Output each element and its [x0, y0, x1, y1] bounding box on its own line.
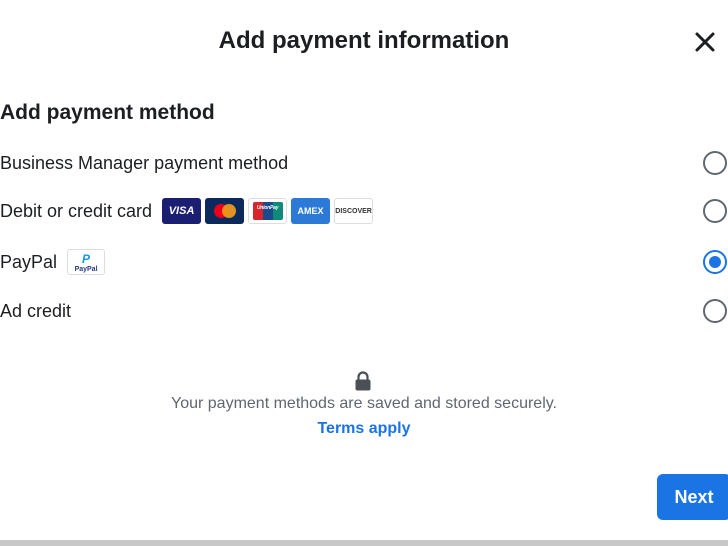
paypal-icon: P PayPal	[67, 249, 106, 275]
section-title: Add payment method	[0, 101, 215, 124]
unionpay-icon: UnionPay	[248, 198, 288, 224]
option-card[interactable]: Debit or credit card VISA UnionPay AMEX …	[0, 196, 728, 226]
bottom-bar	[0, 540, 728, 546]
discover-icon: DISCOVER	[334, 198, 374, 224]
next-button[interactable]: Next	[657, 474, 728, 520]
mastercard-icon	[205, 198, 245, 224]
radio-paypal[interactable]	[703, 250, 727, 274]
option-ad-credit[interactable]: Ad credit	[0, 296, 728, 326]
unionpay-logo-text: UnionPay	[256, 205, 279, 211]
option-business-manager[interactable]: Business Manager payment method	[0, 148, 728, 178]
option-label: Business Manager payment method	[0, 152, 289, 173]
option-label: PayPal	[0, 251, 58, 272]
visa-icon: VISA	[162, 198, 202, 224]
radio-business-manager[interactable]	[703, 151, 727, 175]
terms-link[interactable]: Terms apply	[0, 420, 728, 438]
paypal-logo-text: PayPal	[74, 265, 98, 273]
security-text: Your payment methods are saved and store…	[171, 395, 557, 412]
amex-icon: AMEX	[291, 198, 331, 224]
close-icon[interactable]	[694, 31, 716, 53]
unionpay-logo: UnionPay	[252, 202, 283, 220]
dialog-title: Add payment information	[218, 27, 510, 54]
option-paypal[interactable]: PayPal P PayPal	[0, 247, 728, 277]
radio-card[interactable]	[703, 199, 727, 223]
lock-icon	[355, 371, 371, 391]
radio-ad-credit[interactable]	[703, 299, 727, 323]
option-label: Ad credit	[0, 300, 72, 321]
option-label: Debit or credit card	[0, 200, 153, 221]
